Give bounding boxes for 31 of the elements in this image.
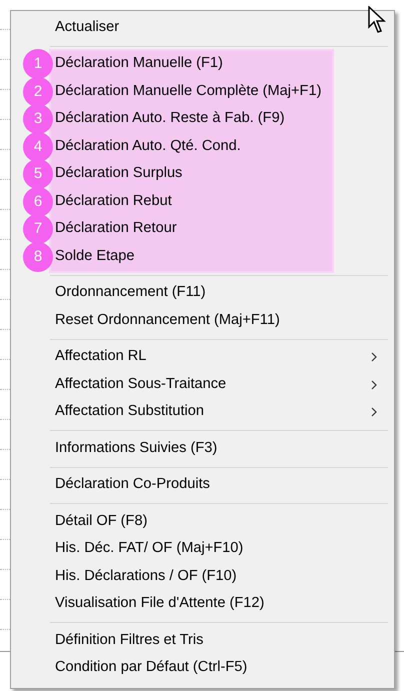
menu-item[interactable]: Déclaration Auto. Qté. Cond. xyxy=(55,136,241,158)
number-badge: 3 xyxy=(23,104,53,134)
menu-item[interactable]: Condition par Défaut (Ctrl-F5) xyxy=(55,657,248,680)
menu-item[interactable]: Actualiser xyxy=(55,16,120,39)
number-badge: 1 xyxy=(23,49,53,80)
menu-item[interactable]: His. Déclarations / OF (F10) xyxy=(55,566,237,588)
number-badge: 7 xyxy=(23,214,53,244)
menu-item[interactable]: Affectation RL xyxy=(55,346,146,368)
menu-item[interactable]: Affectation Sous-Traitance xyxy=(55,374,226,396)
menu-item[interactable]: Déclaration Retour xyxy=(55,218,177,240)
menu-item[interactable]: Ordonnancement (F11) xyxy=(55,282,206,304)
menu-item[interactable]: Déclaration Manuelle Complète (Maj+F1) xyxy=(55,80,322,103)
menu-item[interactable]: Déclaration Manuelle (F1) xyxy=(55,53,223,76)
menu-item[interactable]: Solde Etape xyxy=(55,246,135,268)
menu-item[interactable]: Informations Suivies (F3) xyxy=(55,438,218,460)
menu-item[interactable]: Déclaration Auto. Reste à Fab. (F9) xyxy=(55,108,285,130)
menu-item[interactable]: His. Déc. FAT/ OF (Maj+F10) xyxy=(55,538,244,560)
number-badge: 5 xyxy=(23,159,53,190)
menu-item[interactable]: Détail OF (F8) xyxy=(55,510,148,533)
menu-item[interactable]: Déclaration Surplus xyxy=(55,163,182,186)
menu-item[interactable]: Déclaration Co-Produits xyxy=(55,474,210,496)
menu-item[interactable]: Déclaration Rebut xyxy=(55,190,172,213)
number-badge: 4 xyxy=(23,132,53,162)
mouse-cursor-icon xyxy=(368,6,386,34)
menu-item[interactable]: Reset Ordonnancement (Maj+F11) xyxy=(55,310,280,332)
menu-item[interactable]: Définition Filtres et Tris xyxy=(55,630,204,652)
menu-item[interactable]: Visualisation File d'Attente (F12) xyxy=(55,593,264,616)
menu-item[interactable]: Affectation Substitution xyxy=(55,401,204,424)
number-badge: 6 xyxy=(23,186,53,217)
number-badge: 2 xyxy=(23,76,53,107)
number-badge: 8 xyxy=(23,242,53,272)
